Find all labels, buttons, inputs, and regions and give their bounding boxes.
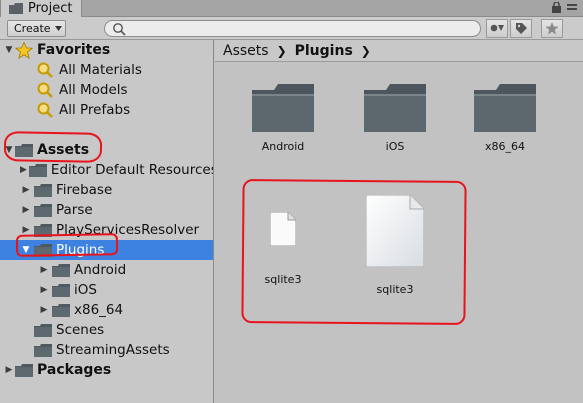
create-dropdown-button[interactable]: Create [7, 20, 66, 37]
folder-icon [15, 143, 33, 157]
project-tab-label: Project [28, 1, 73, 16]
tree-row-android[interactable]: ▶ Android [0, 260, 213, 280]
folder-icon [28, 163, 47, 177]
asset-grid-pane: Assets ❯ Plugins ❯ Android iOS x86_64 sq… [215, 40, 583, 403]
tree-row-all-prefabs[interactable]: All Prefabs [0, 100, 213, 120]
dropdown-caret-icon [54, 26, 62, 31]
tree-label-ios: iOS [74, 282, 97, 298]
collapsed-arrow-icon[interactable]: ▶ [38, 305, 50, 315]
tree-row-streamingassets[interactable]: StreamingAssets [0, 340, 213, 360]
folder-icon [34, 323, 52, 337]
folder-icon [474, 84, 536, 132]
expand-arrow-icon[interactable]: ▼ [3, 45, 15, 55]
folder-icon [52, 263, 70, 277]
breadcrumb-assets[interactable]: Assets [223, 43, 269, 59]
tree-row-plugins[interactable]: ▼ Plugins [0, 240, 213, 260]
collapsed-arrow-icon[interactable]: ▶ [3, 365, 15, 375]
star-icon [15, 41, 33, 59]
folder-icon [34, 183, 52, 197]
grid-folder-label: Android [261, 140, 305, 153]
file-document-icon [365, 194, 425, 268]
breadcrumb: Assets ❯ Plugins ❯ [215, 40, 583, 62]
folder-icon [34, 343, 52, 357]
tree-label-assets: Assets [37, 142, 90, 158]
folder-icon [34, 203, 52, 217]
search-input[interactable] [104, 20, 481, 37]
collapsed-arrow-icon[interactable]: ▶ [20, 165, 27, 175]
folder-icon [52, 283, 70, 297]
tree-row-firebase[interactable]: ▶ Firebase [0, 180, 213, 200]
lock-icon[interactable] [552, 2, 561, 13]
project-tab[interactable]: Project [0, 0, 82, 17]
grid-file-sqlite3-small[interactable]: sqlite3 [243, 211, 323, 286]
collapsed-arrow-icon[interactable]: ▶ [38, 265, 50, 275]
tree-row-parse[interactable]: ▶ Parse [0, 200, 213, 220]
search-filter-icon [37, 62, 53, 78]
tree-row-playservicesresolver[interactable]: ▶ PlayServicesResolver [0, 220, 213, 240]
favorites-star-button[interactable] [541, 19, 563, 38]
expand-arrow-icon[interactable]: ▼ [3, 145, 15, 155]
grid-file-label: sqlite3 [376, 283, 414, 296]
tree-row-assets[interactable]: ▼ Assets [0, 140, 213, 160]
tree-label-x86-64: x86_64 [74, 302, 124, 318]
tree-label-all-models: All Models [59, 82, 128, 98]
folder-icon [364, 84, 426, 132]
project-toolbar: Create [0, 17, 583, 40]
star-icon [545, 22, 559, 35]
project-folder-tree: ▼ Favorites All Materials All Models All… [0, 40, 214, 403]
search-icon [113, 23, 126, 36]
collapsed-arrow-icon[interactable]: ▶ [38, 285, 50, 295]
grid-folder-x86-64[interactable]: x86_64 [465, 84, 545, 153]
tree-row-favorites[interactable]: ▼ Favorites [0, 40, 213, 60]
tree-label-firebase: Firebase [56, 182, 113, 198]
label-tag-icon [515, 23, 527, 34]
breadcrumb-chevron-icon: ❯ [360, 43, 371, 58]
tree-row-scenes[interactable]: Scenes [0, 320, 213, 340]
file-document-icon [269, 211, 297, 247]
panel-menu-icon[interactable] [567, 3, 577, 13]
grid-folder-label: x86_64 [484, 140, 525, 153]
collapsed-arrow-icon[interactable]: ▶ [20, 225, 32, 235]
tree-label-playservicesresolver: PlayServicesResolver [56, 222, 200, 238]
filter-type-icon [490, 24, 504, 31]
tree-row-all-materials[interactable]: All Materials [0, 60, 213, 80]
grid-folder-ios[interactable]: iOS [355, 84, 435, 153]
search-filter-icon [37, 102, 53, 118]
grid-file-sqlite3-large[interactable]: sqlite3 [355, 194, 435, 296]
breadcrumb-chevron-icon: ❯ [276, 43, 287, 58]
tree-label-plugins: Plugins [56, 242, 105, 258]
folder-icon [52, 303, 70, 317]
breadcrumb-plugins[interactable]: Plugins [295, 43, 353, 59]
tree-label-streamingassets: StreamingAssets [56, 342, 170, 358]
tree-row-x86-64[interactable]: ▶ x86_64 [0, 300, 213, 320]
expand-arrow-icon[interactable]: ▼ [20, 245, 32, 255]
collapsed-arrow-icon[interactable]: ▶ [20, 185, 32, 195]
tree-label-favorites: Favorites [37, 42, 111, 58]
collapsed-arrow-icon[interactable]: ▶ [20, 205, 32, 215]
tree-label-packages: Packages [37, 362, 112, 378]
tree-label-all-materials: All Materials [59, 62, 142, 78]
tree-row-packages[interactable]: ▶ Packages [0, 360, 213, 380]
tree-label-parse: Parse [56, 202, 93, 218]
folder-icon [252, 84, 314, 132]
grid-folder-label: iOS [385, 140, 405, 153]
tree-label-scenes: Scenes [56, 322, 105, 338]
grid-folder-android[interactable]: Android [243, 84, 323, 153]
folder-icon [15, 363, 33, 377]
filter-by-label-button[interactable] [510, 19, 532, 38]
search-filter-icon [37, 82, 53, 98]
tree-label-all-prefabs: All Prefabs [59, 102, 131, 118]
tree-row-editor-default-resources[interactable]: ▶ Editor Default Resources [0, 160, 214, 180]
tree-row-all-models[interactable]: All Models [0, 80, 213, 100]
panel-tab-strip: Project [0, 0, 583, 17]
grid-file-label: sqlite3 [264, 273, 302, 286]
folder-icon [34, 223, 52, 237]
filter-by-type-button[interactable] [486, 19, 508, 38]
create-label: Create [14, 22, 51, 35]
tree-label-editor-default-resources: Editor Default Resources [50, 162, 214, 178]
tree-row-ios[interactable]: ▶ iOS [0, 280, 213, 300]
project-folder-icon [9, 3, 23, 14]
tree-label-android: Android [74, 262, 127, 278]
folder-icon [34, 243, 52, 257]
